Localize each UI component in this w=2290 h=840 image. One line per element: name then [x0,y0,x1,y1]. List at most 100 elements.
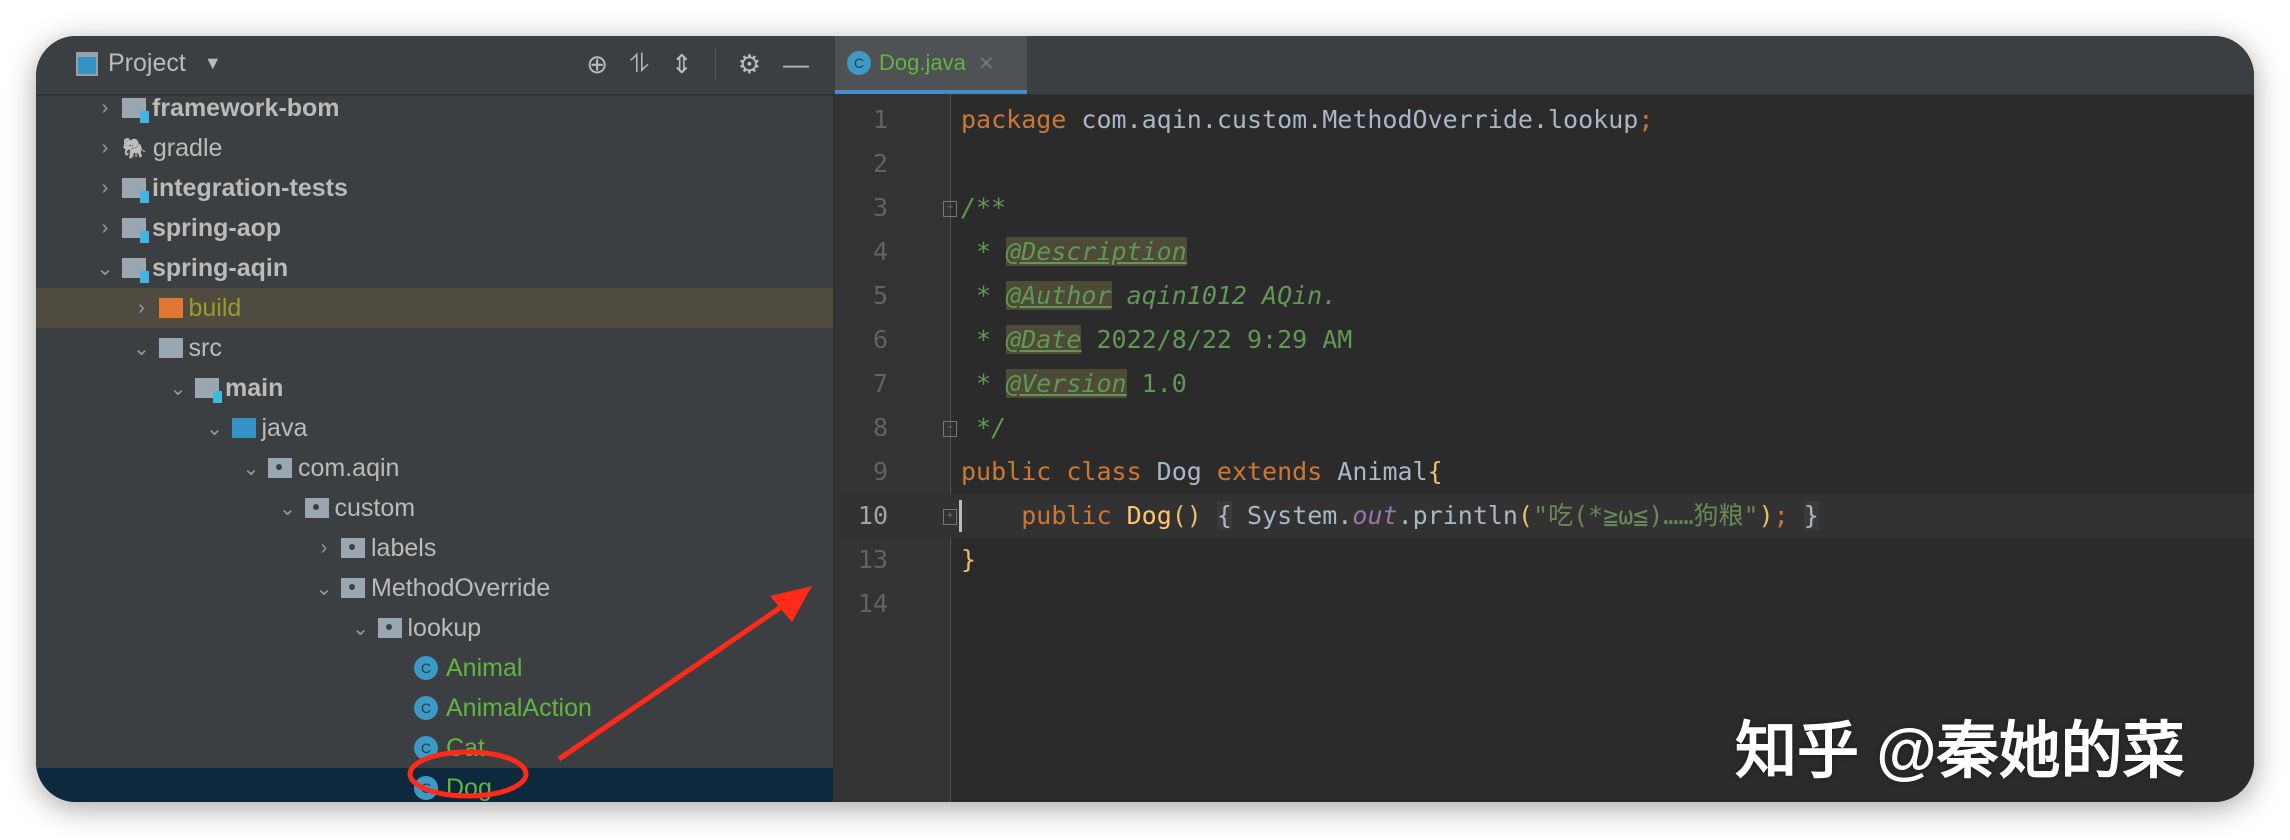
code-line[interactable]: 10 + public Dog() { System.out.println("吃… [833,494,2254,538]
tree-item-label: com.aqin [298,453,400,482]
divider [714,48,716,80]
code-text: */ [961,413,1007,442]
line-number: 5 [872,281,888,310]
tree-item-src[interactable]: ⌄ src [36,328,833,368]
expand-arrow-icon[interactable]: ⌄ [165,376,191,401]
expand-arrow-icon[interactable]: › [92,217,118,240]
code-line[interactable]: 8 − */ [833,406,2254,450]
code-line[interactable]: 14 [833,582,2254,626]
code-text: * @Author aqin1012 AQin. [961,281,1338,310]
code-text: /** [961,193,1007,222]
code-text: public Dog() { System.out.println("吃(*≧ω… [1021,501,1819,530]
minimize-icon[interactable]: — [783,49,809,80]
code-editor[interactable]: C Dog.java ✕ 1 package com.aqin.custom.Me… [833,36,2254,802]
gradle-icon: 🐘 [122,137,147,160]
tree-item-label: gradle [152,133,223,162]
package-folder-icon [341,578,365,598]
tree-item-build[interactable]: › build [36,288,833,328]
project-tree[interactable]: › framework-bom › 🐘 gradle › integration-tests… [36,94,833,802]
tree-item-custom[interactable]: ⌄ custom [36,488,833,528]
expand-arrow-icon[interactable]: ⌄ [238,456,264,481]
collapse-all-icon[interactable]: ⇕ [671,49,693,80]
code-line[interactable]: 5 * @Author aqin1012 AQin. [833,274,2254,318]
code-line[interactable]: 4 * @Description [833,230,2254,274]
tree-item-animalaction[interactable]: C AnimalAction [36,688,833,728]
expand-arrow-icon[interactable]: ⌄ [129,336,155,361]
expand-arrow-icon[interactable]: › [92,177,118,200]
expand-arrow-icon[interactable]: › [129,297,155,320]
code-line[interactable]: 9 public class Dog extends Animal{ [833,450,2254,494]
expand-arrow-icon[interactable]: › [311,537,337,560]
locate-icon[interactable]: ⊕ [586,49,608,80]
expand-arrow-icon[interactable]: ⌄ [92,256,118,281]
expand-arrow-icon[interactable]: ⌄ [275,496,301,521]
module-folder-icon [122,218,149,243]
close-icon[interactable]: ✕ [978,51,995,76]
project-view-selector[interactable]: Project ▼ [76,49,222,78]
module-folder-icon [195,378,222,403]
tree-item-label: Animal [446,653,523,682]
line-number: 14 [857,589,888,618]
tree-item-label: build [188,293,242,322]
tree-item-spring-aqin[interactable]: ⌄ spring-aqin [36,248,833,288]
code-text: } [961,545,977,574]
module-folder-icon [122,258,149,283]
project-title: Project [108,49,186,77]
tree-item-lookup[interactable]: ⌄ lookup [36,608,833,648]
tree-item-label: MethodOverride [371,573,551,602]
code-line[interactable]: 6 * @Date 2022/8/22 9:29 AM [833,318,2254,362]
tree-item-animal[interactable]: C Animal [36,648,833,688]
code-line[interactable]: 13} [833,538,2254,582]
ide-window: › framework-bom › 🐘 gradle › integration-tests… [36,36,2254,802]
code-line[interactable]: 2 [833,142,2254,186]
tab-dog-java[interactable]: C Dog.java ✕ [835,36,1027,94]
line-number: 7 [872,369,888,398]
expand-arrow-icon[interactable]: › [92,137,118,160]
tree-item-com.aqin[interactable]: ⌄ com.aqin [36,448,833,488]
package-folder-icon [268,458,292,478]
tree-item-gradle[interactable]: › 🐘 gradle [36,128,833,168]
fold-marker-icon[interactable]: + [943,509,957,525]
tree-item-label: java [261,413,308,442]
tree-item-spring-aop[interactable]: › spring-aop [36,208,833,248]
expand-arrow-icon[interactable]: ⌄ [202,416,228,441]
code-text: * @Date 2022/8/22 9:29 AM [961,325,1353,354]
package-folder-icon [341,538,365,558]
expand-arrow-icon[interactable]: ⌄ [348,616,374,641]
expand-arrow-icon[interactable]: ⌄ [311,576,337,601]
gear-icon[interactable]: ⚙ [738,49,761,80]
fold-marker-icon[interactable]: − [943,201,957,217]
tree-item-integration-tests[interactable]: › integration-tests [36,168,833,208]
code-text: package com.aqin.custom.MethodOverride.l… [961,105,1654,134]
code-line[interactable]: 3 −/** [833,186,2254,230]
tree-item-label: Cat [446,733,485,762]
fold-marker-icon[interactable]: − [943,421,957,437]
project-icon [76,51,98,76]
class-icon: C [414,656,438,680]
line-number: 13 [857,545,888,574]
code-text: * @Description [961,237,1187,266]
tree-item-framework-bom[interactable]: › framework-bom [36,94,833,128]
tree-item-methodoverride[interactable]: ⌄ MethodOverride [36,568,833,608]
tree-item-dog[interactable]: C Dog [36,768,833,802]
expand-all-icon[interactable]: ⥮ [630,48,649,80]
tree-item-labels[interactable]: › labels [36,528,833,568]
package-folder-icon [304,498,329,518]
expand-arrow-icon[interactable]: › [92,97,118,120]
code-text: public class Dog extends Animal{ [961,457,1443,486]
tree-item-main[interactable]: ⌄ main [36,368,833,408]
tree-item-label: spring-aqin [152,253,289,282]
tree-item-cat[interactable]: C Cat [36,728,833,768]
code-line[interactable]: 1 package com.aqin.custom.MethodOverride.… [833,98,2254,142]
line-number: 4 [872,237,888,266]
build-folder-icon [158,298,183,318]
tree-item-java[interactable]: ⌄ java [36,408,833,448]
chevron-down-icon: ▼ [203,53,222,73]
project-panel-header: Project ▼ ⊕ ⥮ ⇕ ⚙ — [36,36,833,96]
tree-item-label: custom [334,493,416,522]
line-number: 6 [872,325,888,354]
line-number: 8 [872,413,888,442]
line-number: 2 [872,149,888,178]
tree-item-label: Dog [446,773,492,802]
code-line[interactable]: 7 * @Version 1.0 [833,362,2254,406]
